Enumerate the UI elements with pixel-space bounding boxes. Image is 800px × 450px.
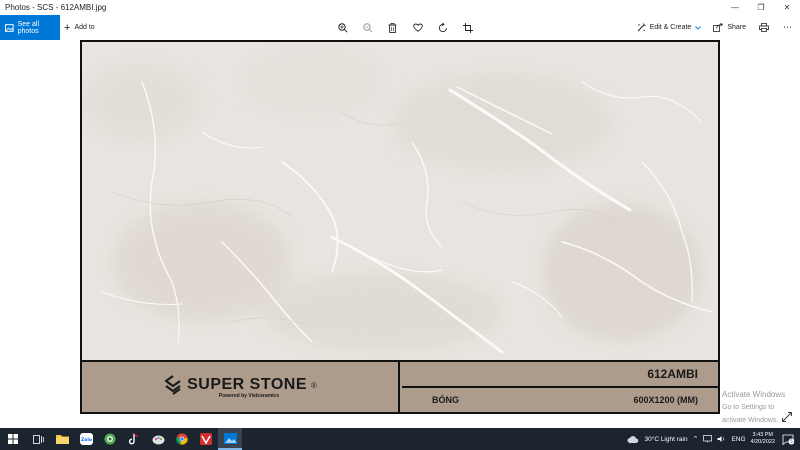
product-code: 612AMBI <box>402 362 718 388</box>
window-title: Photos - SCS - 612AMBI.jpg <box>5 3 107 12</box>
taskbar-tiktok[interactable] <box>122 428 146 450</box>
brand-subtitle: Powered by Vietceramics <box>218 393 280 399</box>
window-controls: — ❐ ✕ <box>722 0 800 15</box>
expand-icon <box>782 412 792 422</box>
red-app-icon <box>200 433 212 445</box>
task-view-button[interactable] <box>26 428 50 450</box>
network-icon[interactable] <box>703 435 713 443</box>
title-bar: Photos - SCS - 612AMBI.jpg — ❐ ✕ <box>0 0 800 15</box>
add-to-button[interactable]: + Add to <box>64 15 95 40</box>
zoom-in-icon <box>337 22 348 33</box>
plus-icon: + <box>64 21 71 34</box>
print-button[interactable] <box>752 15 776 40</box>
notification-center-button[interactable]: 5 <box>780 428 796 450</box>
center-toolbar <box>330 15 480 40</box>
notification-icon: 5 <box>782 434 794 445</box>
marble-texture <box>82 42 718 360</box>
svg-text:Zalo: Zalo <box>81 437 92 443</box>
edit-create-button[interactable]: Edit & Create <box>631 15 708 40</box>
volume-icon[interactable] <box>717 435 726 443</box>
product-finish-row: BÓNG 600X1200 (MM) <box>402 388 718 412</box>
paint-icon <box>152 435 164 444</box>
notification-count: 5 <box>790 439 793 444</box>
right-toolbar: Edit & Create Share ⋯ <box>631 15 800 40</box>
product-label-bar: SUPER STONE ® Powered by Vietceramics 61… <box>82 360 718 412</box>
clock-time: 3:43 PM <box>752 432 773 438</box>
activate-line-1: Activate Windows <box>722 390 786 399</box>
see-all-photos-button[interactable]: See all photos <box>0 15 60 40</box>
zoom-in-button[interactable] <box>330 15 355 40</box>
product-finish: BÓNG <box>432 395 459 405</box>
taskbar-chrome[interactable] <box>170 428 194 450</box>
edit-create-icon <box>637 23 646 32</box>
taskbar-photos[interactable] <box>218 428 242 450</box>
add-to-label: Add to <box>74 24 95 31</box>
photos-app-icon <box>223 432 237 444</box>
close-icon[interactable]: ✕ <box>774 0 800 15</box>
taskbar-paint[interactable] <box>146 428 170 450</box>
clock[interactable]: 3:43 PM 4/20/2022 <box>751 432 775 446</box>
trash-icon <box>388 22 397 33</box>
rotate-icon <box>438 22 447 32</box>
taskbar-file-explorer[interactable] <box>50 428 74 450</box>
product-info-block: 612AMBI BÓNG 600X1200 (MM) <box>402 362 718 412</box>
chrome-icon <box>176 433 188 445</box>
zalo-icon: Zalo <box>79 433 93 445</box>
crop-icon <box>462 22 473 33</box>
brand-row: SUPER STONE ® <box>163 375 317 395</box>
super-stone-logo-icon <box>164 375 181 395</box>
chevron-up-icon[interactable]: ⌃ <box>693 435 699 443</box>
photos-icon <box>5 23 14 32</box>
delete-button[interactable] <box>380 15 405 40</box>
rotate-button[interactable] <box>430 15 455 40</box>
windows-icon <box>8 434 18 444</box>
brand-block: SUPER STONE ® Powered by Vietceramics <box>82 362 400 412</box>
edit-create-label: Edit & Create <box>649 24 692 31</box>
crop-button[interactable] <box>455 15 480 40</box>
share-button[interactable]: Share <box>707 15 752 40</box>
share-label: Share <box>727 24 746 31</box>
taskbar-zalo[interactable]: Zalo <box>74 428 98 450</box>
weather-text[interactable]: 30°C Light rain <box>644 436 687 443</box>
share-icon <box>713 23 724 32</box>
weather-cloud-icon <box>627 435 639 444</box>
zoom-out-icon <box>362 22 373 33</box>
language-indicator[interactable]: ENG <box>731 436 745 443</box>
photo-toolbar: See all photos + Add to Edit & Create Sh… <box>0 15 800 40</box>
chevron-down-icon <box>695 25 702 30</box>
minimize-icon[interactable]: — <box>722 0 748 15</box>
green-app-icon <box>104 433 116 445</box>
product-size: 600X1200 (MM) <box>633 395 698 405</box>
start-button[interactable] <box>0 428 26 450</box>
displayed-photo[interactable]: SUPER STONE ® Powered by Vietceramics 61… <box>80 40 720 414</box>
clock-date: 4/20/2022 <box>750 439 775 445</box>
taskbar-app-green[interactable] <box>98 428 122 450</box>
brand-name: SUPER STONE <box>187 376 307 393</box>
see-all-photos-label: See all photos <box>17 20 39 35</box>
taskbar-app-red[interactable] <box>194 428 218 450</box>
more-icon: ⋯ <box>783 22 793 32</box>
printer-icon <box>759 23 769 32</box>
folder-icon <box>55 435 69 444</box>
more-options-button[interactable]: ⋯ <box>776 15 800 40</box>
taskbar: Zalo 30°C Light rain ⌃ ENG 3:43 PM 4/20/… <box>0 428 800 450</box>
system-tray: 30°C Light rain ⌃ ENG 3:43 PM 4/20/2022 … <box>627 428 800 450</box>
zoom-out-button[interactable] <box>355 15 380 40</box>
tiktok-icon <box>129 433 139 445</box>
registered-mark: ® <box>311 380 317 390</box>
heart-icon <box>412 23 423 32</box>
maximize-icon[interactable]: ❐ <box>748 0 774 15</box>
task-view-icon <box>32 434 44 444</box>
favorite-button[interactable] <box>405 15 430 40</box>
fullscreen-button[interactable] <box>780 410 794 424</box>
